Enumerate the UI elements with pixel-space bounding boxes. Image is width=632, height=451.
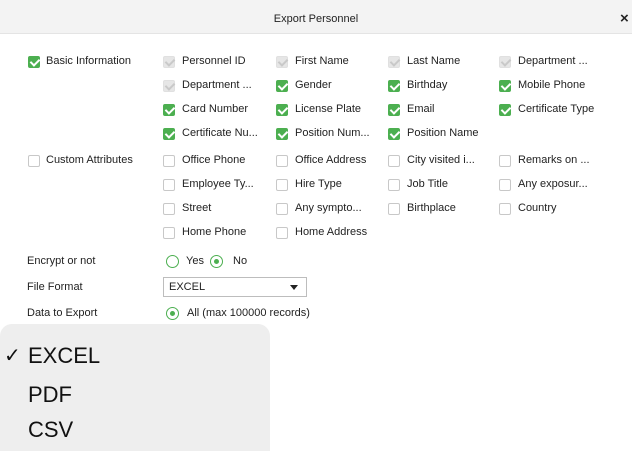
custom-field-label: Country	[518, 202, 557, 214]
custom-field-label: City visited i...	[407, 154, 475, 166]
dialog-titlebar: Export Personnel ×	[0, 0, 632, 34]
file-format-label: File Format	[27, 281, 83, 293]
custom-field-label: Office Phone	[182, 154, 246, 166]
custom-field-checkbox[interactable]	[388, 203, 400, 215]
basic-field-checkbox[interactable]	[163, 104, 175, 116]
custom-field-label: Hire Type	[295, 178, 342, 190]
encrypt-no-radio[interactable]	[210, 255, 223, 268]
dropdown-option-pdf[interactable]: PDF	[0, 380, 270, 410]
basic-field-label: Certificate Type	[518, 103, 595, 115]
basic-field-checkbox[interactable]	[388, 80, 400, 92]
basic-field-checkbox[interactable]	[388, 128, 400, 140]
custom-attributes-checkbox[interactable]	[28, 155, 40, 167]
dropdown-option-label: EXCEL	[28, 343, 101, 368]
file-format-value: EXCEL	[169, 281, 206, 293]
custom-field-checkbox[interactable]	[276, 227, 288, 239]
custom-field-label: Street	[182, 202, 212, 214]
encrypt-yes-radio[interactable]	[166, 255, 179, 268]
export-all-label: All (max 100000 records)	[187, 307, 310, 319]
basic-field-label: Birthday	[407, 79, 448, 91]
basic-field-label: Department ...	[518, 55, 588, 67]
encrypt-yes-label: Yes	[186, 255, 204, 267]
basic-field-label: Last Name	[407, 55, 461, 67]
dropdown-option-excel[interactable]: ✓ EXCEL	[0, 341, 270, 371]
custom-field-label: Office Address	[295, 154, 367, 166]
custom-field-label: Employee Ty...	[182, 178, 254, 190]
custom-field-checkbox[interactable]	[499, 179, 511, 191]
custom-field-checkbox[interactable]	[163, 179, 175, 191]
file-format-dropdown: ✓ EXCEL PDF CSV	[0, 324, 270, 451]
file-format-select[interactable]: EXCEL	[163, 277, 307, 297]
basic-field-label: Mobile Phone	[518, 79, 586, 91]
basic-field-checkbox[interactable]	[499, 104, 511, 116]
custom-field-label: Job Title	[407, 178, 448, 190]
custom-field-checkbox[interactable]	[499, 155, 511, 167]
custom-field-label: Any sympto...	[295, 202, 362, 214]
custom-field-checkbox[interactable]	[163, 155, 175, 167]
basic-field-label: Email	[407, 103, 435, 115]
custom-field-checkbox[interactable]	[388, 179, 400, 191]
dialog-title: Export Personnel	[273, 13, 359, 25]
custom-field-label: Home Phone	[182, 226, 247, 238]
basic-field-checkbox[interactable]	[276, 104, 288, 116]
basic-field-checkbox[interactable]	[276, 128, 288, 140]
custom-field-checkbox[interactable]	[276, 155, 288, 167]
export-all-radio[interactable]	[166, 307, 179, 320]
custom-field-checkbox[interactable]	[499, 203, 511, 215]
custom-field-label: Any exposur...	[518, 178, 588, 190]
custom-field-label: Home Address	[295, 226, 368, 238]
custom-field-checkbox[interactable]	[163, 203, 175, 215]
custom-field-checkbox[interactable]	[388, 155, 400, 167]
custom-field-label: Remarks on ...	[518, 154, 590, 166]
dropdown-option-csv[interactable]: CSV	[0, 415, 270, 445]
basic-field-label: Department ...	[182, 79, 252, 91]
basic-field-checkbox	[163, 80, 175, 92]
dropdown-option-label: CSV	[28, 417, 74, 442]
basic-field-checkbox	[276, 56, 288, 68]
data-to-export-label: Data to Export	[27, 307, 98, 319]
basic-field-checkbox	[388, 56, 400, 68]
chevron-down-icon	[290, 285, 298, 290]
basic-field-label: Gender	[295, 79, 332, 91]
basic-field-label: Position Num...	[295, 127, 370, 139]
basic-field-checkbox[interactable]	[163, 128, 175, 140]
basic-field-checkbox	[499, 56, 511, 68]
basic-field-label: Personnel ID	[182, 55, 246, 67]
basic-field-checkbox[interactable]	[276, 80, 288, 92]
basic-field-label: Card Number	[182, 103, 249, 115]
basic-field-label: Position Name	[407, 127, 479, 139]
custom-attributes-label: Custom Attributes	[46, 154, 133, 166]
basic-information-checkbox[interactable]	[28, 56, 40, 68]
custom-field-checkbox[interactable]	[276, 179, 288, 191]
basic-field-checkbox[interactable]	[499, 80, 511, 92]
basic-field-checkbox[interactable]	[388, 104, 400, 116]
custom-field-checkbox[interactable]	[276, 203, 288, 215]
basic-information-label: Basic Information	[46, 55, 131, 67]
close-icon[interactable]: ×	[620, 9, 629, 29]
basic-field-checkbox	[163, 56, 175, 68]
dropdown-option-label: PDF	[28, 382, 72, 407]
basic-field-label: First Name	[295, 55, 349, 67]
encrypt-no-label: No	[233, 255, 248, 267]
encrypt-label: Encrypt or not	[27, 255, 96, 267]
basic-field-label: License Plate	[295, 103, 362, 115]
custom-field-checkbox[interactable]	[163, 227, 175, 239]
basic-field-label: Certificate Nu...	[182, 127, 258, 139]
custom-field-label: Birthplace	[407, 202, 456, 214]
checkmark-icon: ✓	[4, 345, 21, 367]
